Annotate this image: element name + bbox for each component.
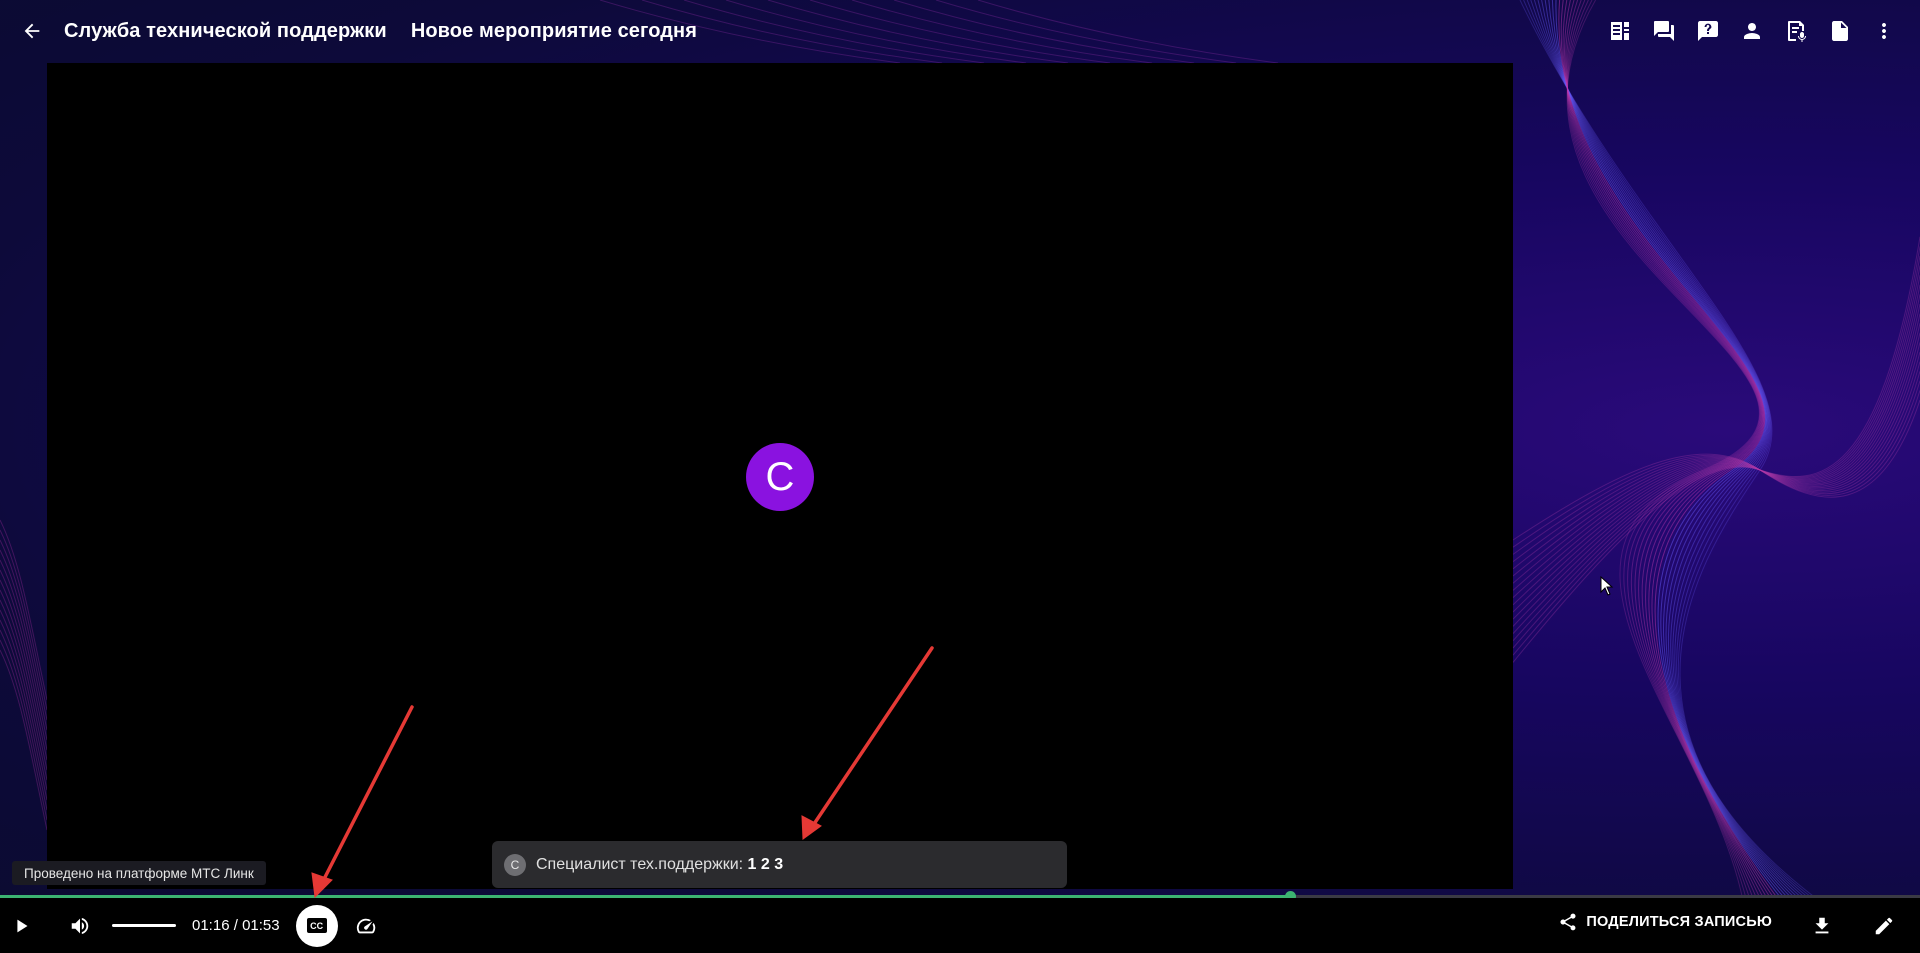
file-icon [1832,21,1848,41]
download-icon [1815,917,1829,934]
caption-text: Специалист тех.поддержки: 1 2 3 [536,856,783,874]
more-button[interactable] [1862,19,1906,43]
agenda-button[interactable] [1598,19,1642,43]
download-button[interactable] [1808,912,1836,940]
speaker-avatar: С [746,443,814,511]
cc-icon: CC [306,918,327,933]
event-title: Новое мероприятие сегодня [410,19,697,42]
questions-button[interactable] [1686,19,1730,43]
share-icon [1560,913,1576,931]
duration: 01:53 [242,917,280,934]
arrow-back-icon [24,23,40,39]
player-controls: 01:16 / 01:53 CC ПОДЕЛИТЬСЯ ЗАПИСЬЮ [0,898,1920,953]
page-title: Служба технической поддержки [64,19,387,42]
caption-speaker: Специалист тех.поддержки: [536,855,744,873]
play-button[interactable] [8,912,36,940]
share-label: ПОДЕЛИТЬСЯ ЗАПИСЬЮ [1586,914,1772,930]
platform-badge: Проведено на платформе МТС Линк [12,861,266,885]
more-vert-icon [1882,23,1886,39]
caption-bar: С Специалист тех.поддержки: 1 2 3 [492,841,1067,888]
chat-button[interactable] [1642,19,1686,43]
top-toolbar [1598,19,1906,43]
chat-icon [1654,21,1674,41]
volume-icon [71,917,89,934]
current-time: 01:16 [192,917,230,934]
caption-avatar: С [504,853,526,876]
participants-button[interactable] [1730,19,1774,43]
back-button[interactable] [20,19,44,43]
playback-speed-button[interactable] [352,912,380,940]
files-button[interactable] [1818,19,1862,43]
agenda-icon [1611,22,1629,40]
time-separator: / [229,917,243,934]
volume-button[interactable] [66,912,94,940]
volume-slider[interactable] [112,924,176,927]
edit-button[interactable] [1870,912,1898,940]
participants-icon [1744,23,1760,39]
question-icon [1698,21,1718,41]
caption-content: 1 2 3 [747,855,784,873]
play-icon [17,919,28,932]
share-recording-button[interactable]: ПОДЕЛИТЬСЯ ЗАПИСЬЮ [1558,912,1772,932]
mouse-cursor-icon [1600,576,1614,596]
speedometer-icon [356,918,375,933]
top-bar: Служба технической поддержки Новое мероп… [0,0,1920,62]
edit-icon [1875,917,1893,935]
transcript-icon [1788,21,1806,42]
transcript-button[interactable] [1774,19,1818,43]
time-display: 01:16 / 01:53 [192,917,280,934]
captions-button[interactable]: CC [295,904,338,947]
